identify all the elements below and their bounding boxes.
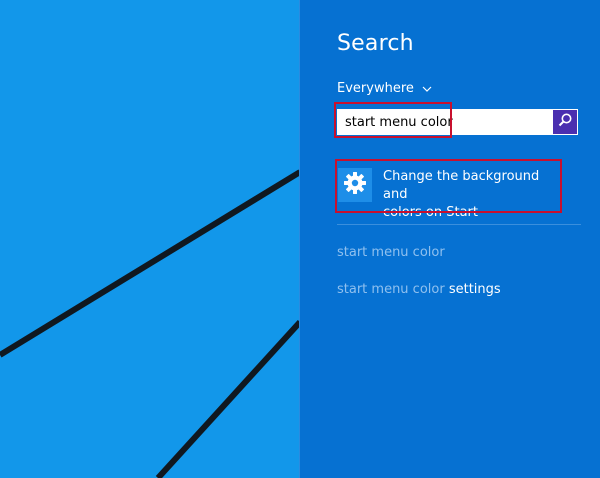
search-icon: [557, 112, 573, 132]
search-box: [337, 109, 578, 135]
wallpaper-lines: [0, 169, 300, 478]
best-match-result[interactable]: Change the background and colors on Star…: [338, 165, 560, 220]
suggestion-query: start menu color: [337, 245, 445, 260]
search-button[interactable]: [553, 110, 577, 134]
best-match-line-1: Change the background and: [383, 169, 540, 202]
suggestion-item-2[interactable]: start menu color settings: [337, 282, 501, 297]
suggestion-item-1[interactable]: start menu color: [337, 245, 445, 260]
search-input[interactable]: [337, 109, 552, 135]
results-divider: [337, 224, 581, 225]
best-match-tile: [338, 168, 372, 202]
desktop-background: [0, 0, 300, 478]
gear-icon: [343, 171, 367, 199]
search-scope-dropdown[interactable]: Everywhere: [337, 79, 432, 97]
best-match-text: Change the background and colors on Star…: [383, 168, 560, 222]
search-scope-label: Everywhere: [337, 80, 414, 96]
charm-title: Search: [337, 31, 414, 56]
suggestion-query: start menu color: [337, 282, 445, 297]
suggestion-suffix: settings: [444, 282, 501, 297]
best-match-line-2: colors on Start: [383, 205, 478, 220]
chevron-down-icon: [422, 83, 432, 93]
search-charm-panel: Search Everywhere start menu color Chang…: [299, 0, 600, 478]
